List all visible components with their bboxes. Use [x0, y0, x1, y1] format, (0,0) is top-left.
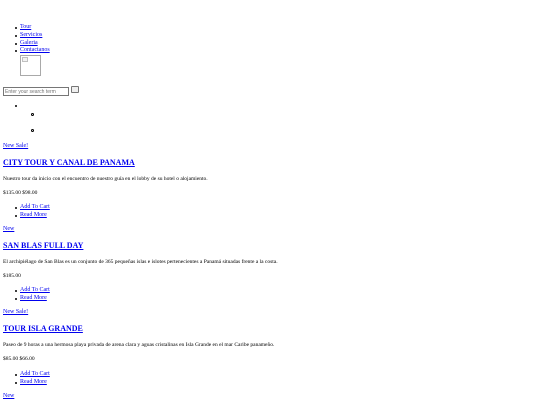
- product-badge[interactable]: New: [3, 393, 14, 400]
- add-to-cart-link[interactable]: Add To Cart: [20, 287, 50, 294]
- product-description: El archipiélago de San Blas es un conjun…: [3, 259, 278, 265]
- nav-link-servicios[interactable]: Servicios: [20, 32, 42, 39]
- slider-dot-icon[interactable]: [31, 129, 34, 132]
- nav-link-contactanos[interactable]: Contactanos: [20, 47, 50, 54]
- logo-image[interactable]: [20, 55, 41, 76]
- bullet-icon: [15, 43, 17, 45]
- bullet-icon: [15, 27, 17, 29]
- product-price: $135.00 $98.00: [3, 190, 38, 196]
- slider-bullet-icon: [15, 105, 17, 107]
- read-more-link[interactable]: Read More: [20, 295, 47, 302]
- product-badge[interactable]: New Sale!: [3, 309, 28, 316]
- bullet-icon: [15, 215, 17, 217]
- slider-dot-icon[interactable]: [31, 113, 34, 116]
- product-title[interactable]: SAN BLAS FULL DAY: [3, 241, 83, 251]
- bullet-icon: [15, 382, 17, 384]
- product-description: Nuestro tour da inicio con el encuentro …: [3, 176, 208, 182]
- product-badge[interactable]: New Sale!: [3, 143, 28, 150]
- add-to-cart-link[interactable]: Add To Cart: [20, 204, 50, 211]
- bullet-icon: [15, 298, 17, 300]
- broken-image-icon: [22, 57, 28, 62]
- product-price: $85.00 $66.00: [3, 356, 35, 362]
- bullet-icon: [15, 35, 17, 37]
- bullet-icon: [15, 207, 17, 209]
- product-description: Paseo de 9 horas a una hermosa playa pri…: [3, 342, 275, 348]
- product-price: $185.00: [3, 273, 21, 279]
- product-badge[interactable]: New: [3, 226, 14, 233]
- read-more-link[interactable]: Read More: [20, 379, 47, 386]
- product-title[interactable]: TOUR ISLA GRANDE: [3, 324, 83, 334]
- bullet-icon: [15, 290, 17, 292]
- bullet-icon: [15, 50, 17, 52]
- search-input[interactable]: [3, 87, 69, 96]
- bullet-icon: [15, 374, 17, 376]
- product-title[interactable]: CITY TOUR Y CANAL DE PANAMA: [3, 158, 135, 168]
- read-more-link[interactable]: Read More: [20, 212, 47, 219]
- search-button[interactable]: [71, 86, 79, 93]
- nav-link-tour[interactable]: Tour: [20, 24, 31, 31]
- add-to-cart-link[interactable]: Add To Cart: [20, 371, 50, 378]
